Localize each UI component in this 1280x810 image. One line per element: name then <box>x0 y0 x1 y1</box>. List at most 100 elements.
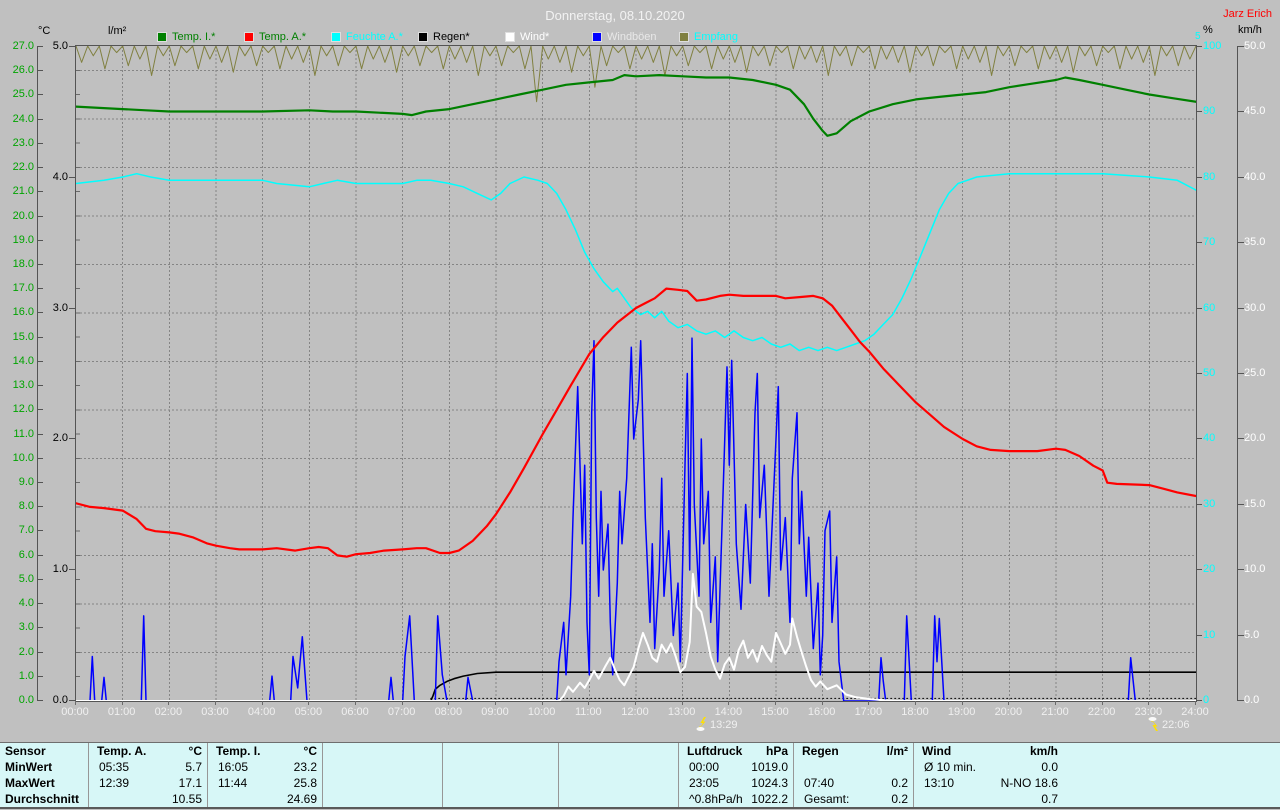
axis-tick-label: 9.0 <box>0 476 34 488</box>
axis-tick-label: 10.0 <box>0 452 34 464</box>
axis-tick-label: 1.0 <box>0 670 34 682</box>
legend-swatch-icon <box>592 32 602 42</box>
axis-tick-label: 10.0 <box>1244 563 1278 575</box>
axis-tick <box>38 216 43 217</box>
axis-tick <box>38 434 43 435</box>
time-tick-label: 20:00 <box>986 706 1030 718</box>
time-tick <box>822 701 823 705</box>
axis-tick-label: 45.0 <box>1244 105 1278 117</box>
axis-tick <box>38 555 43 556</box>
summary-cell-value: 10.55 <box>172 791 202 807</box>
summary-cell-value: °C <box>304 743 317 759</box>
time-tick-label: 10:00 <box>520 706 564 718</box>
summary-cell-time: 12:39 <box>99 775 129 791</box>
summary-cell-time: Ø 10 min. <box>924 759 976 775</box>
axis-tick-label: 12.0 <box>0 403 34 415</box>
axis-tick-label: 7.0 <box>0 524 34 536</box>
summary-cell-time: Regen <box>802 743 839 759</box>
summary-cell <box>323 775 443 791</box>
axis-tick <box>38 119 43 120</box>
axis-tick <box>38 94 43 95</box>
axis-tick <box>38 191 43 192</box>
summary-cell <box>323 759 443 775</box>
axis-tick <box>38 458 43 459</box>
axis-tick-label: 24.0 <box>0 113 34 125</box>
summary-cell-time: 16:05 <box>218 759 248 775</box>
time-tick-label: 08:00 <box>426 706 470 718</box>
axis-tick <box>1238 504 1244 505</box>
time-tick <box>495 701 496 705</box>
legend-item-regen[interactable]: Regen* <box>418 31 502 43</box>
summary-cell-time: Luftdruck <box>687 743 742 759</box>
axis-tick-label: 50.0 <box>1244 40 1278 52</box>
summary-column <box>442 743 559 807</box>
axis-tick <box>38 46 43 47</box>
summary-cell: 05:355.7 <box>89 759 208 775</box>
legend-item-label: Feuchte A.* <box>346 31 403 43</box>
time-tick <box>262 701 263 705</box>
axis-tick-label: 20.0 <box>1244 432 1278 444</box>
legend-swatch-icon <box>418 32 428 42</box>
legend-item-label: Regen* <box>433 31 470 43</box>
axis-tick <box>38 579 43 580</box>
legend-item-feuchtea[interactable]: Feuchte A.* <box>331 31 415 43</box>
time-tick-label: 21:00 <box>1033 706 1077 718</box>
time-tick-label: 02:00 <box>146 706 190 718</box>
axis-tick <box>38 337 43 338</box>
summary-column-header: Temp. A.°C <box>89 743 208 759</box>
time-tick-label: 11:00 <box>566 706 610 718</box>
summary-cell-time: 07:40 <box>804 775 834 791</box>
time-tick <box>868 701 869 705</box>
legend-item-empfang[interactable]: Empfang <box>679 31 763 43</box>
time-tick <box>448 701 449 705</box>
axis-tick-label: 5.0 <box>1244 629 1278 641</box>
time-tick <box>75 701 76 705</box>
legend-item-windben[interactable]: Windböen <box>592 31 676 43</box>
axis-tick <box>1238 308 1244 309</box>
weather-app-window: Donnerstag, 08.10.2020 Jarz Erich °C l/m… <box>0 0 1280 810</box>
axis-tick <box>38 167 43 168</box>
axis-tick <box>1238 46 1244 47</box>
time-marker-label: 13:29 <box>710 718 738 733</box>
axis-tick-label: 13.0 <box>0 379 34 391</box>
time-tick <box>588 701 589 705</box>
summary-column-header: LuftdruckhPa <box>679 743 794 759</box>
summary-cell <box>794 759 914 775</box>
rain-axis-unit: l/m² <box>108 25 126 37</box>
summary-cell: 24.69 <box>208 791 323 807</box>
axis-tick <box>38 627 43 628</box>
summary-row-label: MaxWert <box>5 775 55 791</box>
summary-cell: 23:051024.3 <box>679 775 794 791</box>
legend-item-tempi[interactable]: Temp. I.* <box>157 31 241 43</box>
summary-row-label: MinWert <box>5 759 52 775</box>
summary-cell-value: 0.7 <box>1041 791 1058 807</box>
time-tick <box>1008 701 1009 705</box>
axis-tick-label: 90 <box>1203 105 1233 117</box>
summary-cell-value: 5.7 <box>185 759 202 775</box>
axis-tick-label: 60 <box>1203 302 1233 314</box>
legend-item-tempa[interactable]: Temp. A.* <box>244 31 328 43</box>
summary-cell: 16:0523.2 <box>208 759 323 775</box>
axis-tick <box>1238 177 1244 178</box>
summary-cell-value: °C <box>189 743 202 759</box>
axis-tick-label: 100 <box>1203 40 1233 52</box>
time-tick <box>682 701 683 705</box>
axis-tick <box>1238 111 1244 112</box>
summary-cell: ^0.8hPa/h1022.2 <box>679 791 794 807</box>
temp-axis-unit: °C <box>38 25 50 37</box>
summary-row-labels: SensorMinWertMaxWertDurchschnitt <box>0 743 88 807</box>
legend-item-label: Wind* <box>520 31 549 43</box>
summary-column-header: Temp. I.°C <box>208 743 323 759</box>
axis-tick-label: 4.0 <box>44 171 68 183</box>
time-tick-label: 01:00 <box>100 706 144 718</box>
summary-cell: 0.7 <box>914 791 1064 807</box>
axis-tick-label: 0.0 <box>1244 694 1278 706</box>
time-tick <box>1055 701 1056 705</box>
time-tick <box>122 701 123 705</box>
plot-area <box>75 45 1197 702</box>
legend-item-wind[interactable]: Wind* <box>505 31 589 43</box>
summary-column-header <box>323 743 443 759</box>
chart-canvas <box>76 46 1196 701</box>
summary-row-label: Durchschnitt <box>5 791 79 807</box>
summary-column: Temp. I.°C16:0523.211:4425.824.69 <box>207 743 323 807</box>
